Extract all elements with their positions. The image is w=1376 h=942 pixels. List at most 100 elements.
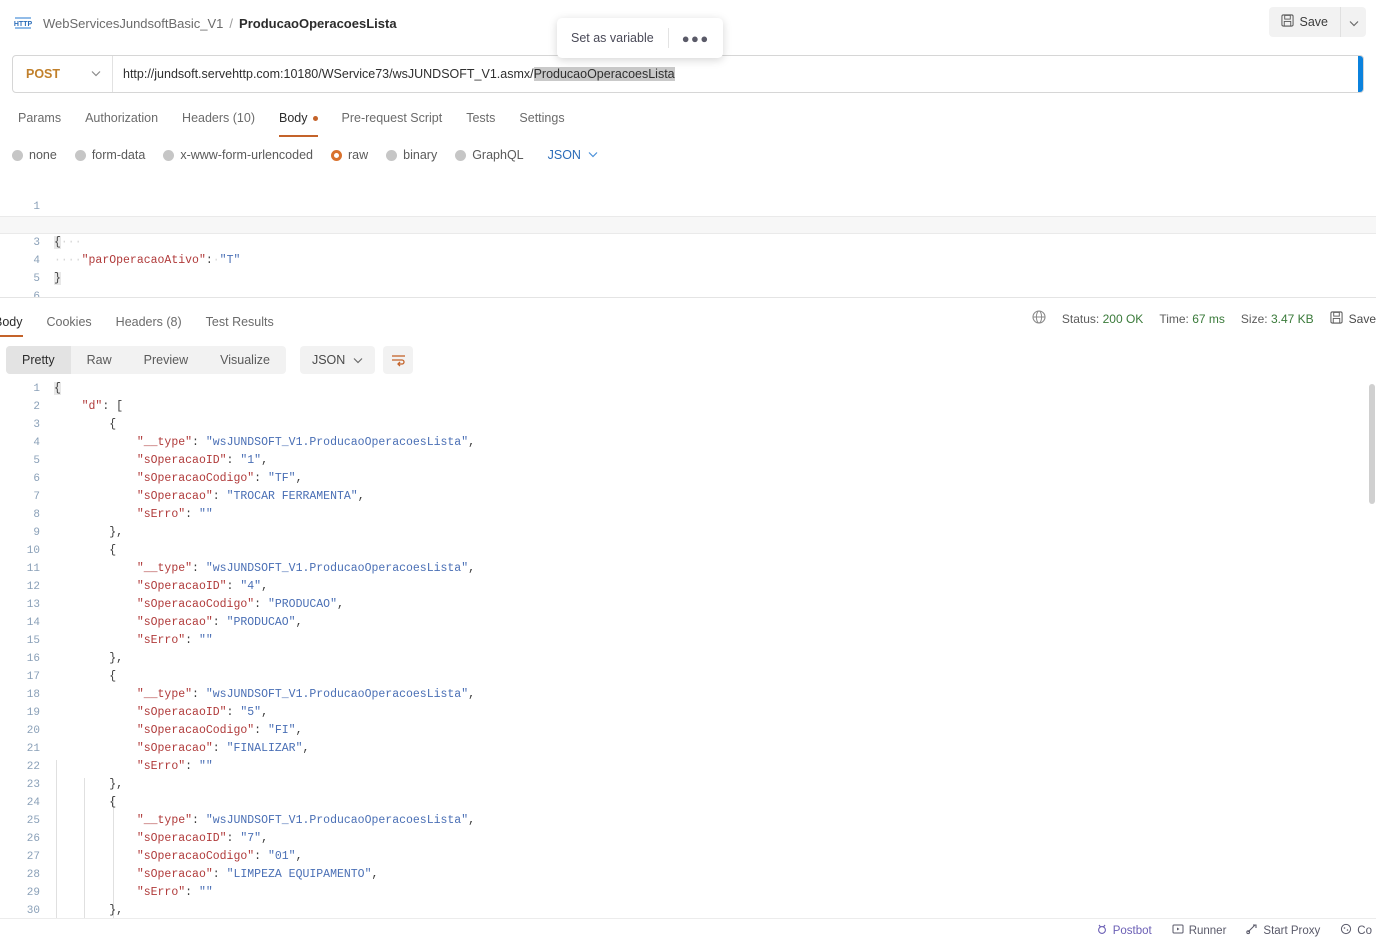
save-button-label: Save — [1299, 15, 1329, 29]
tab-body[interactable]: Body — [267, 104, 330, 137]
status-label: Status: — [1061, 311, 1100, 326]
view-label: Visualize — [220, 353, 270, 367]
floppy-disk-icon — [1330, 310, 1343, 327]
line-number: 11 — [26, 563, 40, 575]
tab-label: Body — [279, 111, 308, 125]
url-input[interactable]: http://jundsoft.servehttp.com:10180/WSer… — [113, 56, 1358, 92]
response-scrollbar[interactable] — [1368, 380, 1376, 918]
body-type-label: x-www-form-urlencoded — [180, 148, 313, 162]
response-code: "sErro": "" — [136, 886, 213, 899]
radio-icon — [74, 149, 86, 161]
view-visualize[interactable]: Visualize — [204, 346, 286, 374]
method-label: POST — [26, 67, 61, 81]
breadcrumb-collection[interactable]: WebServicesJundsoftBasic_V1 — [43, 16, 223, 31]
response-tab-body[interactable]: Body — [0, 309, 35, 337]
line-number: 5 — [33, 455, 40, 467]
response-code: "__type": "wsJUNDSOFT_V1.ProducaoOperaco… — [136, 814, 476, 827]
size-label: Size: — [1240, 311, 1268, 326]
response-view-toolbar: Pretty Raw Preview Visualize JSON — [6, 346, 414, 374]
response-code: }, — [54, 526, 124, 539]
response-line: 20 "sOperacaoCodigo": "FI", — [0, 722, 1376, 740]
size-value: 3.47 KB — [1270, 311, 1314, 326]
response-tab-cookies[interactable]: Cookies — [35, 309, 104, 335]
postbot-button[interactable]: Postbot — [1096, 923, 1152, 938]
response-code: "d": [ — [81, 400, 124, 413]
view-label: Preview — [143, 353, 189, 367]
line-number: 22 — [26, 761, 40, 773]
scrollbar-thumb[interactable] — [1369, 384, 1375, 504]
tab-params[interactable]: Params — [6, 104, 73, 132]
response-line: 12 "sOperacaoID": "4", — [0, 578, 1376, 596]
tab-pre-request-script[interactable]: Pre-request Script — [330, 104, 455, 132]
response-code: "sOperacaoID": "5", — [136, 706, 268, 719]
set-as-variable-button[interactable]: Set as variable — [557, 31, 668, 45]
save-button[interactable]: Save — [1268, 7, 1340, 37]
response-line: 8 "sErro": "" — [0, 506, 1376, 524]
response-meta: Status: 200 OK Time: 67 ms Size: 3.47 KB… — [1032, 310, 1376, 327]
cookies-button[interactable]: Co — [1340, 923, 1372, 938]
response-tab-test-results[interactable]: Test Results — [194, 309, 286, 335]
view-raw[interactable]: Raw — [71, 346, 128, 374]
response-code: "__type": "wsJUNDSOFT_V1.ProducaoOperaco… — [136, 688, 476, 701]
response-tab-headers[interactable]: Headers (8) — [104, 309, 194, 335]
response-code: "sOperacao": "LIMPEZA EQUIPAMENTO", — [136, 868, 379, 881]
request-body-editor[interactable]: 1 2 {··· 3 ····"parOperacaoAtivo":·"T" 4… — [0, 180, 1376, 298]
body-type-urlencoded[interactable]: x-www-form-urlencoded — [163, 148, 313, 162]
tab-tests[interactable]: Tests — [454, 104, 507, 132]
chevron-down-icon — [1349, 15, 1359, 30]
response-line: 6 "sOperacaoCodigo": "TF", — [0, 470, 1376, 488]
body-type-binary[interactable]: binary — [386, 148, 437, 162]
tab-headers[interactable]: Headers (10) — [170, 104, 267, 132]
body-type-raw[interactable]: raw — [331, 148, 368, 162]
save-response-button[interactable]: Save — [1330, 310, 1376, 327]
response-line: 1{ — [0, 380, 1376, 398]
body-type-form-data[interactable]: form-data — [74, 148, 145, 162]
response-code: }, — [54, 778, 124, 791]
response-view-segment: Pretty Raw Preview Visualize — [6, 346, 286, 374]
radio-icon — [386, 149, 398, 161]
view-pretty[interactable]: Pretty — [6, 346, 71, 374]
editor-line: 2 {··· — [0, 198, 1376, 249]
time-label: Time: — [1159, 311, 1189, 326]
tab-label: Params — [18, 111, 62, 125]
line-number: 7 — [33, 491, 40, 503]
response-code: "sOperacao": "TROCAR FERRAMENTA", — [136, 490, 365, 503]
text-wrap-icon[interactable] — [383, 346, 414, 374]
view-label: Raw — [86, 353, 112, 367]
response-line: 7 "sOperacao": "TROCAR FERRAMENTA", — [0, 488, 1376, 506]
line-number: 28 — [26, 869, 40, 881]
cookies-icon — [1340, 923, 1352, 938]
method-select[interactable]: POST — [13, 56, 113, 92]
response-line: 29 "sErro": "" — [0, 884, 1376, 902]
line-number: 24 — [26, 797, 40, 809]
runner-button[interactable]: Runner — [1172, 923, 1227, 938]
start-proxy-button[interactable]: Start Proxy — [1246, 923, 1320, 938]
tab-settings[interactable]: Settings — [507, 104, 576, 132]
breadcrumb-request-name[interactable]: ProducaoOperacoesLista — [239, 16, 397, 31]
line-number: 10 — [26, 545, 40, 557]
tab-authorization[interactable]: Authorization — [73, 104, 170, 132]
body-type-graphql[interactable]: GraphQL — [455, 148, 524, 162]
status-value: 200 OK — [1102, 311, 1144, 326]
response-code: { — [54, 382, 61, 395]
ellipsis-icon[interactable]: ●●● — [669, 31, 723, 46]
body-type-none[interactable]: none — [12, 148, 57, 162]
body-format-select[interactable]: JSON — [548, 148, 598, 162]
response-body-viewer[interactable]: 1{2 "d": [3 {4 "__type": "wsJUNDSOFT_V1.… — [0, 380, 1376, 918]
tab-label: Body — [0, 315, 23, 329]
status-bar: Postbot Runner Start Proxy Co — [0, 918, 1376, 942]
response-format-select[interactable]: JSON — [299, 346, 376, 374]
view-preview[interactable]: Preview — [128, 346, 204, 374]
editor-line: 5 — [0, 252, 1376, 285]
runner-label: Runner — [1188, 924, 1227, 937]
radio-icon — [455, 149, 467, 161]
save-response-label: Save — [1348, 311, 1376, 326]
body-type-label: raw — [348, 148, 369, 162]
response-code: "sOperacaoID": "1", — [136, 454, 268, 467]
tab-label: Pre-request Script — [341, 111, 443, 125]
floppy-disk-icon — [1280, 14, 1294, 30]
tab-label: Headers (8) — [115, 315, 182, 329]
line-number: 25 — [26, 815, 40, 827]
save-options-button[interactable] — [1340, 7, 1366, 37]
response-line: 26 "sOperacaoID": "7", — [0, 830, 1376, 848]
